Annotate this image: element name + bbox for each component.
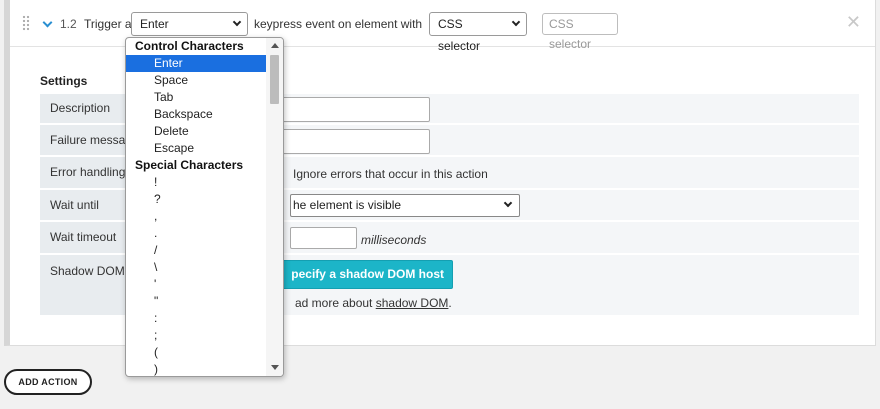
add-action-button[interactable]: ADD ACTION [4,369,92,395]
dropdown-option[interactable]: ? [126,191,267,208]
read-more-suffix: . [448,296,452,310]
step-text-middle: keypress event on element with [254,17,423,31]
ignore-errors-label[interactable]: Ignore errors that occur in this action [293,167,488,181]
dropdown-option[interactable]: ) [126,361,267,376]
dropdown-option[interactable]: Tab [126,89,267,106]
dropdown-option[interactable]: \ [126,259,267,276]
step-text-before: Trigger a [84,17,132,31]
settings-label: Description [40,94,138,123]
css-selector-input[interactable]: CSS selector [542,13,618,51]
css-selector-placeholder: CSS selector [549,17,592,51]
dropdown-option[interactable]: ! [126,174,267,191]
settings-title: Settings [40,74,88,88]
key-select[interactable]: Enter [131,12,248,36]
settings-label: Wait until [40,190,138,220]
dropdown-option[interactable]: Backspace [126,106,267,123]
scroll-up-arrow-icon[interactable] [271,43,279,48]
dropdown-option[interactable]: / [126,242,267,259]
settings-label: Error handling [40,157,138,188]
dropdown-option[interactable]: . [126,225,267,242]
dropdown-option[interactable]: ' [126,276,267,293]
selector-type-value: CSS selector [438,17,481,53]
dropdown-option[interactable]: " [126,293,267,310]
dropdown-option[interactable]: , [126,208,267,225]
failure-message-input[interactable] [272,129,430,154]
dropdown-option[interactable]: Space [126,72,267,89]
chevron-down-icon[interactable] [42,17,53,28]
wait-until-select[interactable]: he element is visible [290,194,520,217]
read-more-prefix: ad more about [295,296,376,310]
dropdown-scrollbar[interactable] [266,38,283,376]
drag-handle-icon[interactable] [22,15,30,31]
dropdown-option[interactable]: ; [126,327,267,344]
selector-type-select[interactable]: CSS selector [429,12,527,53]
scroll-thumb[interactable] [270,55,279,104]
dropdown-option[interactable]: Delete [126,123,267,140]
description-input[interactable] [272,97,430,122]
close-icon[interactable]: ✕ [846,13,861,31]
wait-timeout-input[interactable] [290,227,357,249]
settings-label: Failure messag [40,125,138,155]
shadow-dom-link[interactable]: shadow DOM [376,296,449,310]
dropdown-option[interactable]: : [126,310,267,327]
dropdown-option[interactable]: ( [126,344,267,361]
dropdown-option[interactable]: Enter [126,55,267,72]
chevron-down-icon [511,17,521,27]
read-more-text: ad more about shadow DOM. [295,296,452,310]
dropdown-option[interactable]: Escape [126,140,267,157]
settings-label: Wait timeout [40,222,138,253]
step-number: 1.2 [60,17,77,31]
milliseconds-label: milliseconds [361,233,427,247]
specify-shadow-host-button[interactable]: pecify a shadow DOM host [272,260,453,289]
dropdown-group-label: Special Characters [135,158,244,172]
wait-until-value: he element is visible [293,198,402,212]
dropdown-group-label: Control Characters [135,39,244,53]
settings-label: Shadow DOM [40,255,138,315]
key-dropdown-list[interactable]: Control Characters Enter Space Tab Backspace… [125,37,284,377]
chevron-down-icon [503,198,513,208]
chevron-down-icon [232,17,242,27]
key-select-value: Enter [140,17,169,31]
scroll-down-arrow-icon[interactable] [271,365,279,370]
